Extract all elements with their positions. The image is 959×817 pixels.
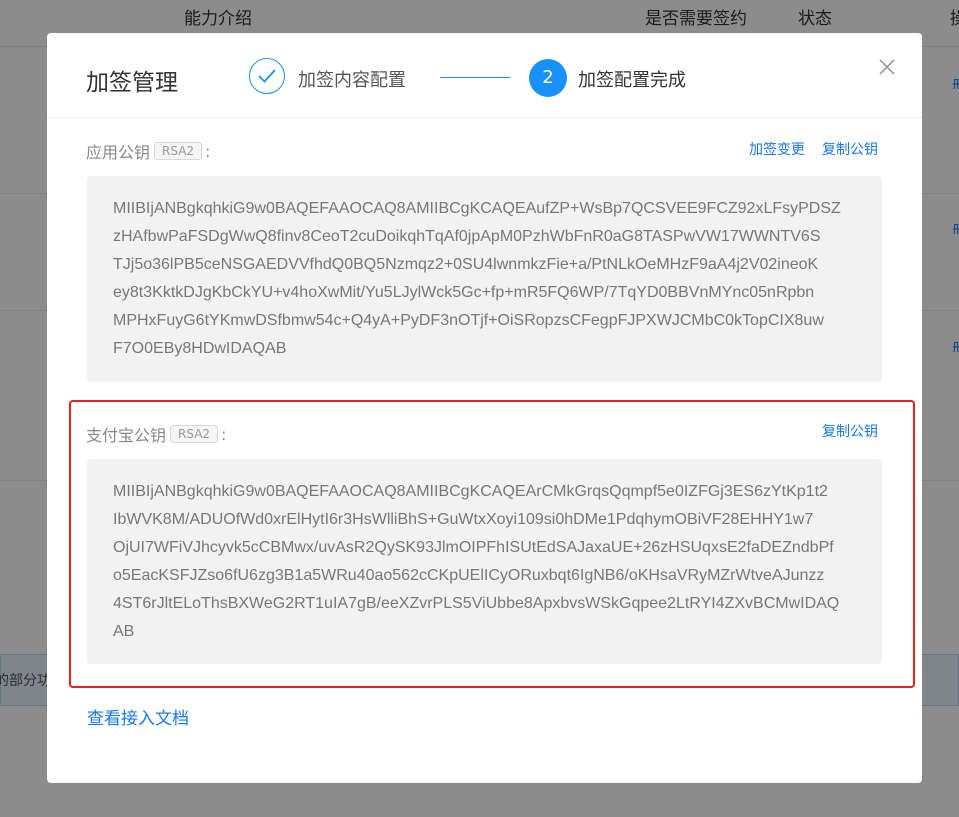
highlight-annotation xyxy=(69,400,915,688)
view-integration-docs-link[interactable]: 查看接入文档 xyxy=(87,704,189,729)
step-1-indicator xyxy=(249,58,285,94)
app-public-key-label: 应用公钥 RSA2 : xyxy=(86,139,210,163)
app-public-key-box: MIIBIjANBgkqhkiG9w0BAQEFAAOCAQ8AMIIBCgKC… xyxy=(87,176,882,382)
change-sign-link[interactable]: 加签变更 xyxy=(749,139,805,159)
app-public-key-line: MPHxFuyG6tYKmwDSfbmw54c+Q4yA+PyDF3nOTjf+… xyxy=(113,312,824,329)
app-public-key-title: 应用公钥 xyxy=(86,143,151,162)
app-public-key-line: TJj5o36lPB5ceNSGAEDVVfhdQ0BQ5Nzmqz2+0SU4… xyxy=(113,256,819,273)
dialog-title: 加签管理 xyxy=(86,70,178,96)
app-public-key-line: zHAfbwPaFSDgWwQ8finv8CeoT2cuDoikqhTqAf0j… xyxy=(113,228,821,245)
app-public-key-line: F7O0EBy8HDwIDAQAB xyxy=(113,340,287,357)
step-connector xyxy=(440,77,510,78)
copy-app-public-key-link[interactable]: 复制公钥 xyxy=(822,139,878,159)
close-button[interactable] xyxy=(876,56,898,78)
step-2-indicator: 2 xyxy=(529,59,567,97)
app-public-key-line: MIIBIjANBgkqhkiG9w0BAQEFAAOCAQ8AMIIBCgKC… xyxy=(113,200,841,217)
dialog-header: 加签管理 加签内容配置 2 加签配置完成 xyxy=(47,33,922,118)
label-colon: : xyxy=(205,141,211,161)
close-icon[interactable] xyxy=(876,56,898,78)
app-public-key-line: ey8t3KktkDJgKbCkYU+v4hoXwMit/Yu5LJylWck5… xyxy=(113,284,815,301)
step-1-label: 加签内容配置 xyxy=(298,70,406,91)
check-icon xyxy=(258,69,276,83)
step-2-label: 加签配置完成 xyxy=(578,70,686,91)
rsa2-badge: RSA2 xyxy=(154,142,203,160)
